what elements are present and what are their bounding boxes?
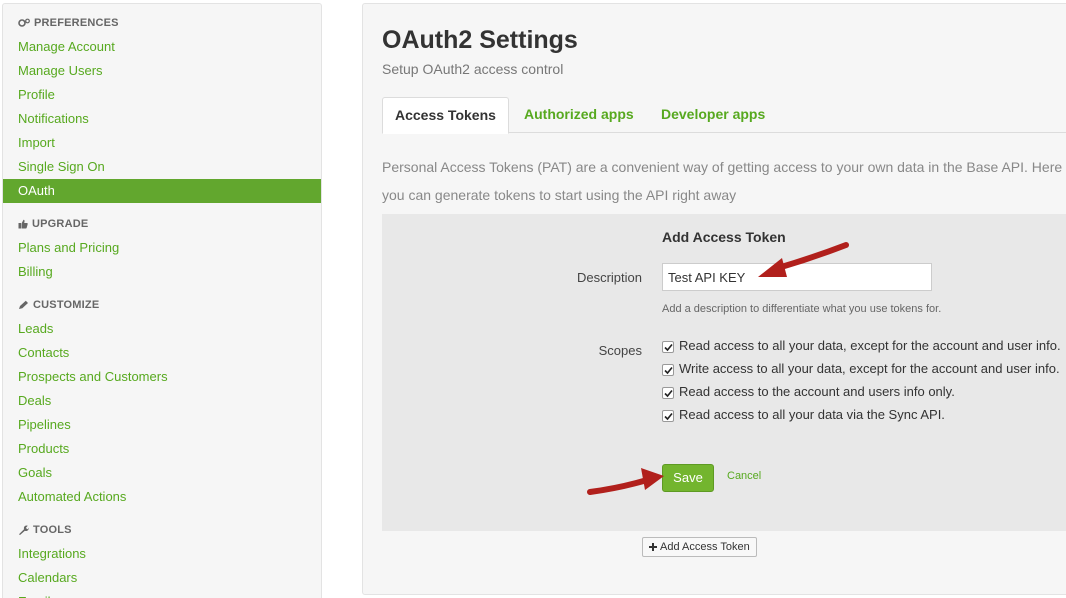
- sidebar-item-oauth[interactable]: OAuth: [3, 179, 321, 203]
- form-heading: Add Access Token: [662, 229, 786, 245]
- description-label: Description: [576, 270, 642, 285]
- sidebar-item-calendars[interactable]: Calendars: [3, 566, 321, 590]
- section-header-tools: TOOLS: [18, 524, 72, 536]
- add-token-form: Add Access Token Description Add a descr…: [382, 214, 1066, 531]
- oauth-settings-panel: OAuth2 Settings Setup OAuth2 access cont…: [362, 3, 1066, 595]
- sidebar-item-leads[interactable]: Leads: [3, 317, 321, 341]
- scope-option[interactable]: Read access to the account and users inf…: [662, 384, 955, 399]
- sidebar-item-emails[interactable]: Emails: [3, 590, 321, 598]
- section-header-customize: CUSTOMIZE: [18, 299, 99, 311]
- sidebar-item-plans-and-pricing[interactable]: Plans and Pricing: [3, 236, 321, 260]
- tab-access-tokens[interactable]: Access Tokens: [382, 97, 509, 134]
- thumbs-up-icon: [18, 219, 28, 229]
- sidebar-item-manage-account[interactable]: Manage Account: [3, 35, 321, 59]
- add-access-token-button[interactable]: Add Access Token: [642, 537, 757, 557]
- sidebar-item-deals[interactable]: Deals: [3, 389, 321, 413]
- sidebar-item-billing[interactable]: Billing: [3, 260, 321, 284]
- section-title: PREFERENCES: [34, 17, 119, 29]
- scopes-label: Scopes: [598, 343, 642, 358]
- sidebar-item-goals[interactable]: Goals: [3, 461, 321, 485]
- sidebar-item-manage-users[interactable]: Manage Users: [3, 59, 321, 83]
- description-help: Add a description to differentiate what …: [662, 303, 942, 315]
- section-title: TOOLS: [33, 524, 72, 536]
- sidebar-item-products[interactable]: Products: [3, 437, 321, 461]
- pencil-icon: [19, 300, 28, 309]
- sidebar-item-import[interactable]: Import: [3, 131, 321, 155]
- sidebar-item-prospects-and-customers[interactable]: Prospects and Customers: [3, 365, 321, 389]
- scope-option[interactable]: Read access to all your data, except for…: [662, 338, 1061, 353]
- scope-label: Read access to the account and users inf…: [679, 384, 955, 399]
- scope-option[interactable]: Write access to all your data, except fo…: [662, 361, 1060, 376]
- description-input[interactable]: [662, 263, 932, 291]
- checkbox-checked-icon[interactable]: [662, 387, 674, 399]
- sidebar-item-profile[interactable]: Profile: [3, 83, 321, 107]
- tab-authorized-apps[interactable]: Authorized apps: [512, 97, 646, 133]
- page-subtitle: Setup OAuth2 access control: [382, 61, 564, 77]
- sidebar-item-single-sign-on[interactable]: Single Sign On: [3, 155, 321, 179]
- page-title: OAuth2 Settings: [382, 26, 578, 54]
- scope-option[interactable]: Read access to all your data via the Syn…: [662, 407, 945, 422]
- intro-text: Personal Access Tokens (PAT) are a conve…: [382, 159, 1063, 203]
- checkbox-checked-icon[interactable]: [662, 410, 674, 422]
- checkbox-checked-icon[interactable]: [662, 341, 674, 353]
- sidebar-item-notifications[interactable]: Notifications: [3, 107, 321, 131]
- section-header-preferences: PREFERENCES: [18, 17, 119, 29]
- scope-label: Write access to all your data, except fo…: [679, 361, 1060, 376]
- cancel-link[interactable]: Cancel: [727, 470, 761, 482]
- section-title: UPGRADE: [32, 218, 89, 230]
- scope-label: Read access to all your data via the Syn…: [679, 407, 945, 422]
- add-access-token-label: Add Access Token: [660, 541, 750, 553]
- sidebar-item-integrations[interactable]: Integrations: [3, 542, 321, 566]
- settings-sidebar: PREFERENCES Manage Account Manage Users …: [2, 3, 322, 598]
- section-title: CUSTOMIZE: [33, 299, 100, 311]
- gears-icon: [18, 18, 30, 27]
- section-header-upgrade: UPGRADE: [18, 218, 88, 230]
- tab-bar: Access Tokens Authorized apps Developer …: [382, 97, 1066, 134]
- save-button[interactable]: Save: [662, 464, 714, 492]
- wrench-icon: [19, 525, 29, 535]
- sidebar-item-automated-actions[interactable]: Automated Actions: [3, 485, 321, 509]
- checkbox-checked-icon[interactable]: [662, 364, 674, 376]
- sidebar-item-contacts[interactable]: Contacts: [3, 341, 321, 365]
- plus-icon: [649, 543, 657, 551]
- scope-label: Read access to all your data, except for…: [679, 338, 1061, 353]
- tab-developer-apps[interactable]: Developer apps: [649, 97, 777, 133]
- sidebar-item-pipelines[interactable]: Pipelines: [3, 413, 321, 437]
